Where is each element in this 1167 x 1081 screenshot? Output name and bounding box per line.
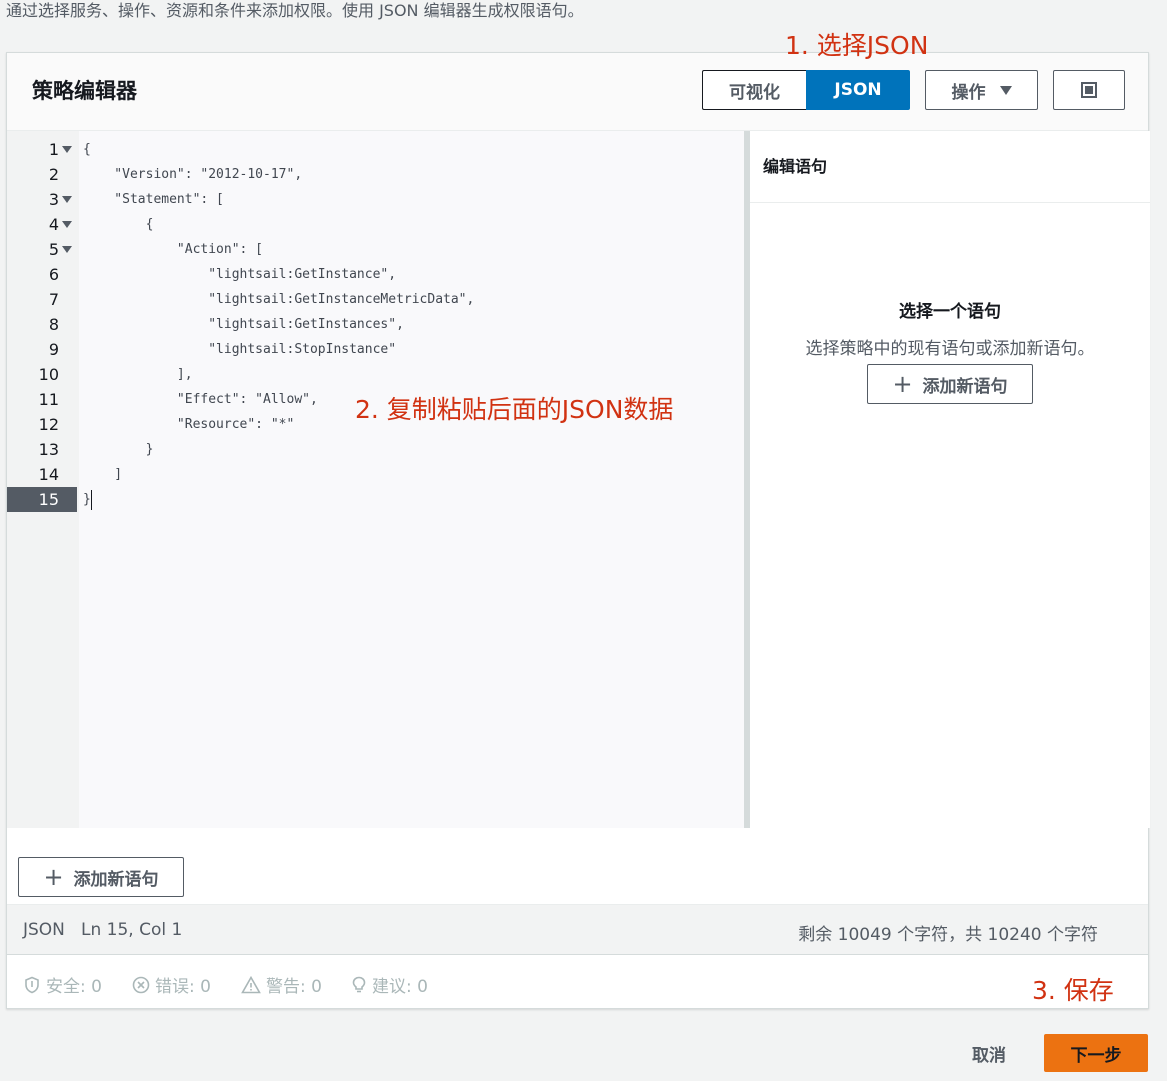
- status-mode: JSON: [23, 920, 65, 940]
- fold-arrow-icon[interactable]: [62, 221, 72, 228]
- code-line[interactable]: 4 {: [7, 212, 744, 237]
- fullscreen-button[interactable]: [1053, 70, 1125, 110]
- security-count: 安全: 0: [46, 977, 102, 997]
- security-check[interactable]: 安全: 0: [23, 972, 102, 997]
- error-icon: [132, 976, 150, 993]
- line-number: 1: [48, 140, 59, 159]
- code-text: ],: [83, 367, 193, 382]
- fold-arrow-icon[interactable]: [62, 146, 72, 153]
- line-number: 4: [48, 215, 59, 234]
- code-text: {: [83, 217, 154, 232]
- panel-title: 策略编辑器: [32, 79, 137, 103]
- code-text: "Version": "2012-10-17",: [83, 167, 303, 182]
- add-statement-label: 添加新语句: [922, 376, 1008, 397]
- add-statement-label: 添加新语句: [73, 869, 159, 890]
- add-statement-button-left[interactable]: + 添加新语句: [18, 857, 184, 897]
- policy-checks-bar: 安全: 0 错误: 0 警告: 0 建议: 0: [7, 956, 1148, 1008]
- code-line[interactable]: 1{: [7, 137, 744, 162]
- line-number: 5: [48, 240, 59, 259]
- code-text: "Effect": "Allow",: [83, 392, 318, 407]
- add-statement-button-right[interactable]: + 添加新语句: [867, 364, 1033, 404]
- code-text: "lightsail:StopInstance": [83, 342, 397, 357]
- edit-statement-title: 编辑语句: [763, 157, 828, 176]
- line-number: 7: [48, 290, 59, 309]
- json-code-editor[interactable]: 1{2 "Version": "2012-10-17", 3 "Statement…: [7, 131, 744, 897]
- line-number: 13: [38, 440, 59, 459]
- status-char-count: 剩余 10049 个字符，共 10240 个字符: [798, 925, 1098, 945]
- edit-statement-panel: 编辑语句 选择一个语句 选择策略中的现有语句或添加新语句。 + 添加新语句: [750, 131, 1150, 828]
- errors-check[interactable]: 错误: 0: [132, 972, 211, 997]
- shield-icon: [25, 976, 39, 993]
- line-number: 10: [38, 365, 59, 384]
- code-line[interactable]: 13 }: [7, 437, 744, 462]
- text-cursor: [91, 490, 92, 510]
- intro-text: 通过选择服务、操作、资源和条件来添加权限。使用 JSON 编辑器生成权限语句。: [6, 1, 584, 20]
- fullscreen-icon: [1081, 82, 1097, 98]
- line-number: 11: [38, 390, 59, 409]
- panel-header: 策略编辑器 可视化 JSON 操作: [7, 53, 1148, 131]
- annotation-step3: 3. 保存: [1032, 976, 1114, 1005]
- suggestions-check[interactable]: 建议: 0: [351, 972, 428, 997]
- status-cursor-position: Ln 15, Col 1: [81, 920, 183, 940]
- errors-count: 错误: 0: [155, 977, 211, 997]
- policy-editor-panel: 策略编辑器 可视化 JSON 操作 1{2 "Version": "2012-1…: [6, 52, 1150, 1009]
- code-text: {: [83, 142, 91, 157]
- code-text: "Statement": [: [83, 192, 224, 207]
- code-text: }: [83, 442, 154, 457]
- line-number: 6: [48, 265, 59, 284]
- code-line[interactable]: 8 "lightsail:GetInstances",: [7, 312, 744, 337]
- annotation-step1: 1. 选择JSON: [785, 31, 929, 60]
- warning-icon: [241, 975, 261, 993]
- warnings-count: 警告: 0: [266, 977, 322, 997]
- code-line[interactable]: 10 ],: [7, 362, 744, 387]
- code-line[interactable]: 6 "lightsail:GetInstance",: [7, 262, 744, 287]
- plus-icon: +: [43, 863, 64, 891]
- plus-icon: +: [892, 370, 913, 398]
- code-line[interactable]: 7 "lightsail:GetInstanceMetricData",: [7, 287, 744, 312]
- next-button[interactable]: 下一步: [1044, 1034, 1148, 1072]
- code-text: ]: [83, 467, 123, 482]
- actions-label: 操作: [951, 82, 986, 103]
- warnings-check[interactable]: 警告: 0: [241, 972, 322, 997]
- code-text: "Action": [: [83, 242, 264, 257]
- code-line[interactable]: 5 "Action": [: [7, 237, 744, 262]
- editor-status-bar: JSON Ln 15, Col 1 剩余 10049 个字符，共 10240 个…: [7, 904, 1148, 955]
- suggestions-count: 建议: 0: [372, 977, 428, 997]
- code-text: "lightsail:GetInstance",: [83, 267, 397, 282]
- code-line[interactable]: 3 "Statement": [: [7, 187, 744, 212]
- fold-arrow-icon[interactable]: [62, 196, 72, 203]
- code-line[interactable]: 2 "Version": "2012-10-17",: [7, 162, 744, 187]
- cancel-button[interactable]: 取消: [954, 1034, 1024, 1072]
- empty-state-title: 选择一个语句: [899, 302, 1001, 322]
- caret-down-icon: [999, 85, 1012, 95]
- line-number: 3: [48, 190, 59, 209]
- edit-statement-header: 编辑语句: [750, 131, 1150, 203]
- code-line[interactable]: 9 "lightsail:StopInstance": [7, 337, 744, 362]
- line-number: 15: [38, 490, 59, 509]
- code-text: }: [83, 492, 91, 507]
- line-number: 8: [48, 315, 59, 334]
- tab-json[interactable]: JSON: [806, 70, 910, 110]
- code-text: "lightsail:GetInstanceMetricData",: [83, 292, 475, 307]
- line-number: 9: [48, 340, 59, 359]
- tab-visual[interactable]: 可视化: [702, 70, 806, 110]
- line-number: 2: [48, 165, 59, 184]
- code-text: "Resource": "*": [83, 417, 295, 432]
- annotation-step2: 2. 复制粘贴后面的JSON数据: [355, 395, 674, 424]
- fold-arrow-icon[interactable]: [62, 246, 72, 253]
- code-line[interactable]: 14 ]: [7, 462, 744, 487]
- code-line[interactable]: 15}: [7, 487, 744, 512]
- code-text: "lightsail:GetInstances",: [83, 317, 404, 332]
- line-number: 14: [38, 465, 59, 484]
- actions-dropdown-button[interactable]: 操作: [925, 70, 1038, 110]
- line-number: 12: [38, 415, 59, 434]
- empty-state-description: 选择策略中的现有语句或添加新语句。: [805, 339, 1095, 359]
- lightbulb-icon: [352, 976, 366, 992]
